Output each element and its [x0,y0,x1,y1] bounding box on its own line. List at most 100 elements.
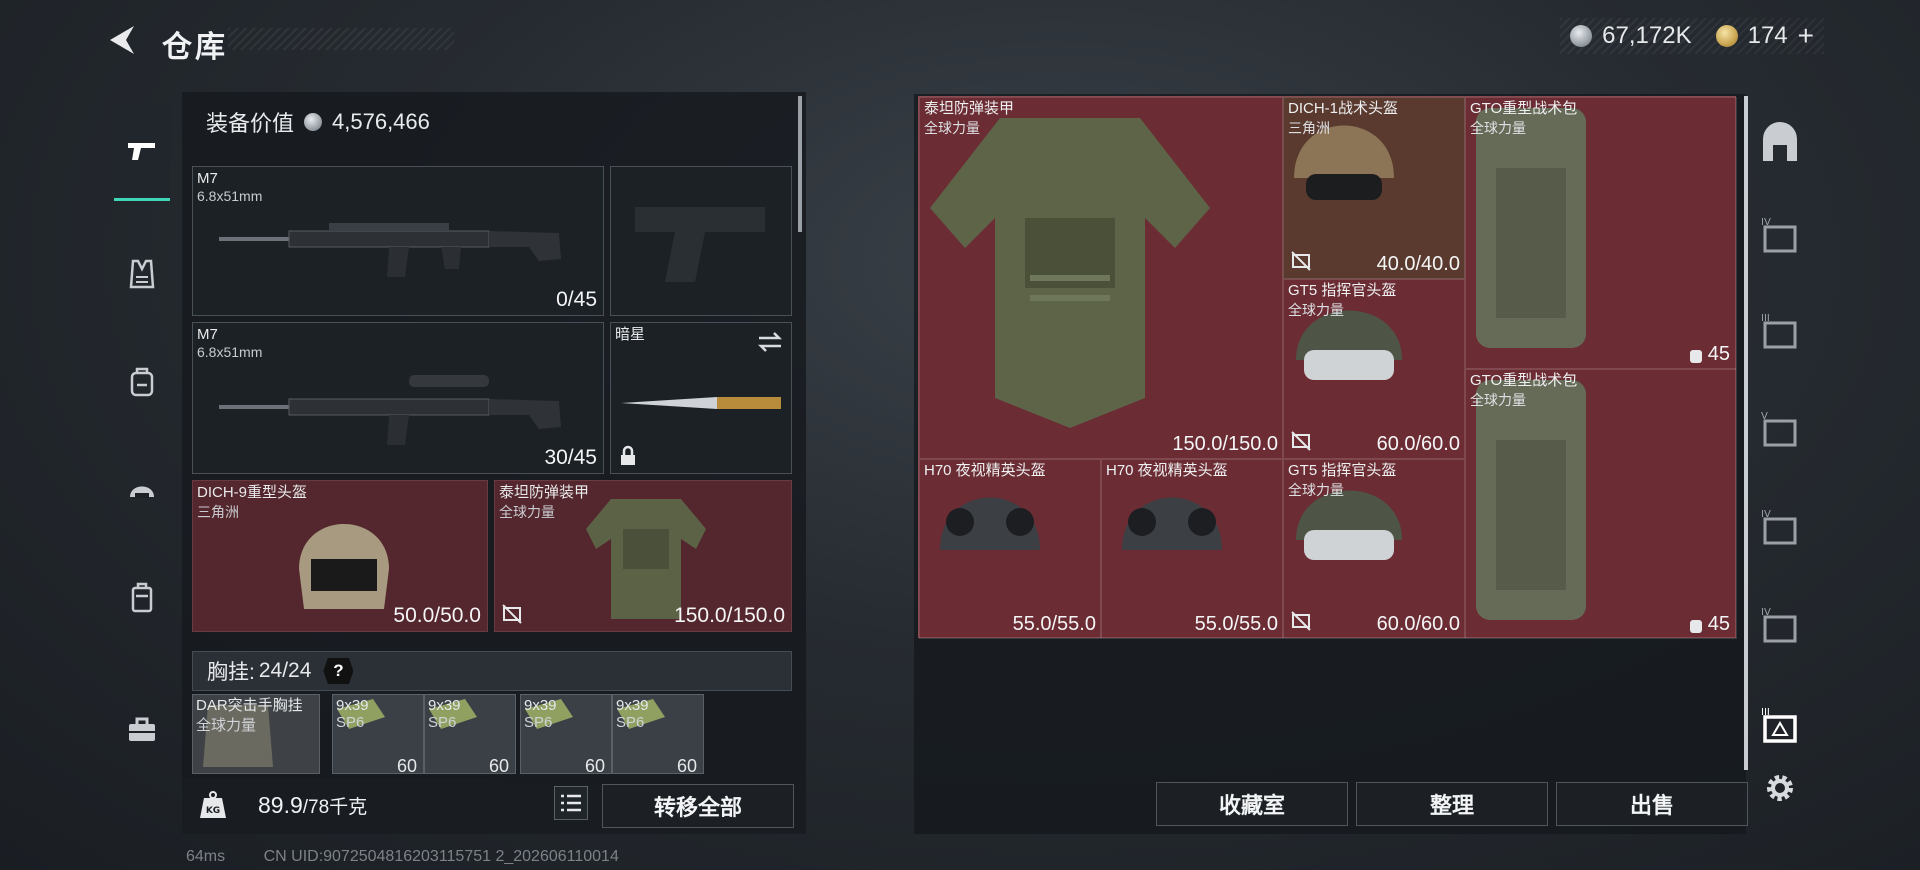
rail-container-4[interactable]: IV [1754,502,1806,554]
storage-item[interactable]: DICH-1战术头盔 三角洲 40.0/40.0 [1283,97,1465,279]
silver-coin-icon [304,113,323,131]
svg-text:III: III [1761,313,1770,324]
container-icon: III [1761,313,1797,349]
status-footer: 64ms CN UID:9072504816203115751 2_202606… [112,848,619,866]
item-faction: 全球力量 [1288,482,1344,498]
ammo-qty: 60 [676,756,697,774]
ammo-slot[interactable]: 9x39 SP6 60 [424,694,516,774]
storage-item[interactable]: GT5 指挥官头盔 全球力量 60.0/60.0 [1283,459,1465,639]
ammo-slot[interactable]: 9x39 SP6 60 [332,694,424,774]
capacity: 45 [1688,613,1730,636]
no-repair-icon [1291,251,1311,271]
add-currency-button[interactable]: + [1798,20,1814,52]
ammo-name: 9x39 [336,697,369,714]
vest-icon [129,259,155,289]
ammo-qty: 60 [488,756,509,774]
lock-icon [621,445,635,465]
equipment-value-label: 装备价值 [206,111,295,136]
tab-weapons[interactable] [114,102,170,201]
storage-scrollbar[interactable] [1744,96,1748,770]
storage-arch-icon [1763,122,1797,161]
durability: 55.0/55.0 [1012,613,1096,635]
list-icon [561,794,581,812]
no-repair-icon [1291,431,1311,451]
item-name: H70 夜视精英头盔 [924,462,1046,479]
chest-rig-name: DAR突击手胸挂 [196,697,303,714]
list-view-button[interactable] [554,786,588,820]
durability: 55.0/55.0 [1194,613,1278,635]
container-icon: V [1761,411,1797,447]
sell-button[interactable]: 出售 [1556,782,1748,826]
rail-container-3[interactable]: V [1754,404,1806,456]
help-button[interactable]: ? [323,658,354,684]
item-faction: 全球力量 [1288,302,1344,318]
armor-slot[interactable]: 泰坦防弹装甲 全球力量 150.0/150.0 [494,480,792,632]
swap-icon[interactable] [757,331,783,353]
capacity-value: 45 [1707,343,1730,365]
loadout-scrollbar[interactable] [798,96,802,232]
pistol-silhouette-icon [635,207,765,282]
svg-text:IV: IV [1761,607,1771,618]
gold-amount: 174 [1747,22,1788,49]
currency-bar: 67,172K 174 + [1560,18,1824,54]
storage-item[interactable]: GTO重型战术包 全球力量 45 [1465,97,1737,369]
case-icon [131,582,153,613]
rail-container-5[interactable]: IV [1754,600,1806,652]
chest-rig-item[interactable]: DAR突击手胸挂 全球力量 [192,694,320,774]
ammo-count: 30/45 [544,446,597,469]
back-arrow-icon[interactable] [104,22,140,58]
container-icon: III [1761,707,1797,743]
storage-item[interactable]: GT5 指挥官头盔 全球力量 60.0/60.0 [1283,279,1465,459]
item-name: H70 夜视精英头盔 [1106,462,1228,479]
armor-faction: 全球力量 [499,504,555,520]
rifle-icon [219,223,561,277]
tab-toolbox[interactable] [114,702,170,758]
tab-backpack[interactable] [114,354,170,410]
tab-helmet[interactable] [114,462,170,518]
storage-item[interactable]: H70 夜视精英头盔 55.0/55.0 [919,459,1101,639]
rail-container-selected[interactable]: III [1754,700,1806,752]
helmet-slot[interactable]: DICH-9重型头盔 三角洲 50.0/50.0 [192,480,488,632]
secondary-weapon-slot[interactable]: M7 6.8x51mm 30/45 [192,322,604,474]
user-uid: CN UID:9072504816203115751 2_20260611001… [263,848,619,865]
weight-icon: KG [200,791,226,818]
collection-room-button[interactable]: 收藏室 [1156,782,1348,826]
ammo-name: 9x39 [524,697,557,714]
no-repair-icon [502,604,522,624]
container-icon: IV [1761,607,1797,643]
storage-item[interactable]: GTO重型战术包 全球力量 45 [1465,369,1737,639]
ammo-name: 9x39 [616,697,649,714]
primary-weapon-slot[interactable]: M7 6.8x51mm 0/45 [192,166,604,316]
durability: 50.0/50.0 [393,604,481,627]
item-faction: 全球力量 [1470,120,1526,136]
sort-button[interactable]: 整理 [1356,782,1548,826]
silver-amount: 67,172K [1602,22,1692,49]
storage-grid: 泰坦防弹装甲 全球力量 150.0/150.0 DICH-1战术头盔 三角洲 4… [918,96,1737,639]
chest-rig-count: 24/24 [258,659,312,682]
tab-case[interactable] [114,570,170,626]
ammo-type: SP6 [616,714,645,731]
storage-item[interactable]: H70 夜视精英头盔 55.0/55.0 [1101,459,1283,639]
backpack-small-icon [1689,349,1702,363]
pistol-slot[interactable] [610,166,792,316]
settings-button[interactable] [1754,762,1806,814]
ping: 64ms [186,848,226,865]
item-name: GTO重型战术包 [1470,100,1578,117]
item-name: GTO重型战术包 [1470,372,1578,389]
no-repair-icon [1291,611,1311,631]
durability: 60.0/60.0 [1376,613,1460,635]
rail-main-storage[interactable] [1754,118,1806,170]
transfer-all-button[interactable]: 转移全部 [602,784,794,828]
svg-text:III: III [1761,707,1770,718]
ammo-slot[interactable]: 9x39 SP6 60 [520,694,612,774]
rail-container-2[interactable]: III [1754,306,1806,358]
ammo-count: 0/45 [556,288,597,311]
tab-armor[interactable] [114,246,170,302]
container-icon: IV [1761,509,1797,545]
storage-item[interactable]: 泰坦防弹装甲 全球力量 150.0/150.0 [919,97,1283,459]
container-icon: IV [1761,217,1797,253]
carry-weight: 89.9/78千克 [258,792,367,819]
ammo-slot[interactable]: 9x39 SP6 60 [612,694,704,774]
rail-container-1[interactable]: IV [1754,210,1806,262]
melee-slot[interactable]: 暗星 [610,322,792,474]
